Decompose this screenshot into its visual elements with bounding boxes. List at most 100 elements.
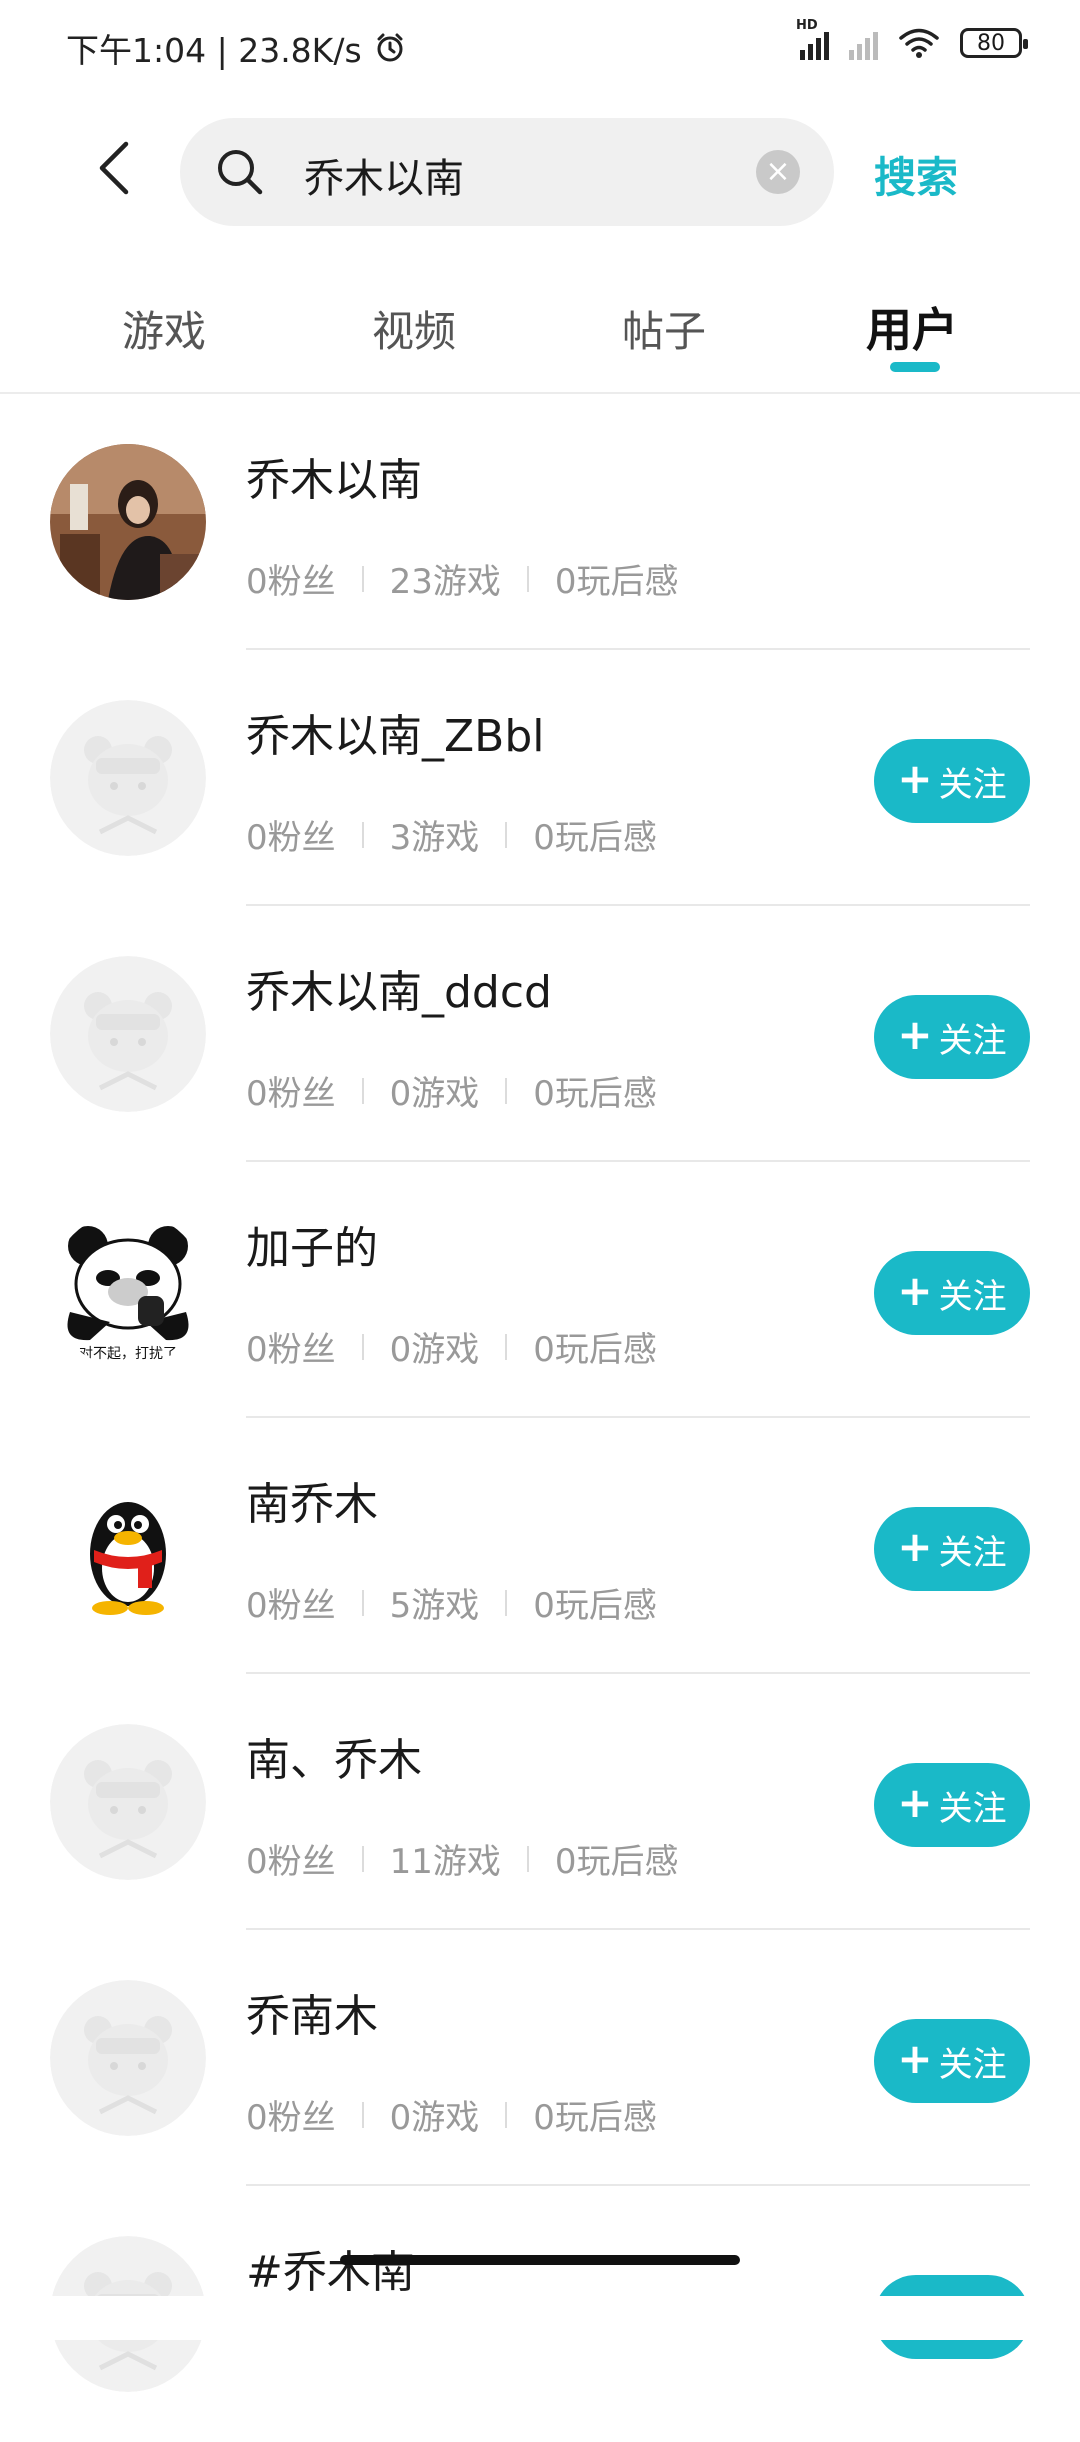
network-badge: HD	[796, 18, 818, 33]
search-button[interactable]: 搜索	[874, 144, 958, 205]
games-count: 3游戏	[389, 818, 480, 858]
clear-icon[interactable]: ×	[756, 150, 800, 194]
penguin-avatar[interactable]	[50, 1468, 206, 1624]
separator	[526, 1845, 529, 1872]
plus-icon: +	[897, 1778, 933, 1827]
games-count: 23游戏	[389, 562, 501, 602]
user-name[interactable]: 加子的	[246, 1212, 378, 1276]
separator	[505, 1589, 508, 1616]
user-row[interactable]: 乔木以南_ZBbl 0粉丝 3游戏 0玩后感 + 关注	[0, 650, 1080, 906]
user-stats: 0粉丝 0游戏 0玩后感	[246, 1322, 657, 1371]
reviews-count: 0玩后感	[554, 1842, 679, 1882]
games-count: 11游戏	[389, 1842, 501, 1882]
user-name[interactable]: #乔木南	[246, 2236, 415, 2300]
default-avatar[interactable]	[50, 1980, 206, 2136]
battery-icon: 80	[960, 28, 1028, 58]
reviews-count: 0玩后感	[533, 1330, 657, 1370]
default-avatar[interactable]	[50, 700, 206, 856]
games-count: 0游戏	[389, 1074, 480, 1114]
tab-bar: 游戏 视频 帖子 用户	[0, 290, 1080, 390]
separator	[526, 565, 529, 592]
separator	[361, 1077, 364, 1104]
svg-text:对不起，打扰了: 对不起，打扰了	[79, 1345, 177, 1362]
fans-count: 0粉丝	[246, 818, 336, 858]
separator	[505, 2101, 508, 2128]
active-tab-indicator	[890, 362, 940, 372]
separator	[361, 1845, 364, 1872]
separator	[361, 1333, 364, 1360]
separator	[361, 2101, 364, 2128]
user-name[interactable]: 乔南木	[246, 1980, 378, 2044]
search-bar[interactable]: 乔木以南 ×	[180, 118, 834, 226]
user-row[interactable]: 乔木以南_ddcd 0粉丝 0游戏 0玩后感 + 关注	[0, 906, 1080, 1162]
fans-count: 0粉丝	[246, 1330, 336, 1370]
battery-level: 80	[977, 30, 1005, 56]
separator	[361, 821, 364, 848]
games-count: 5游戏	[389, 1586, 480, 1626]
separator	[505, 1333, 508, 1360]
user-row[interactable]: 对不起，打扰了 加子的 0粉丝 0游戏 0玩后感 + 关注	[0, 1162, 1080, 1418]
separator	[505, 821, 508, 848]
follow-button[interactable]: +关注	[874, 995, 1030, 1079]
user-name[interactable]: 乔木以南_ddcd	[246, 956, 552, 1020]
signal-icon: HD	[796, 18, 829, 60]
user-row[interactable]: 南、乔木 0粉丝 11游戏 0玩后感 + 关注	[0, 1674, 1080, 1930]
user-row[interactable]: 乔木以南 0粉丝 23游戏 0玩后感	[0, 394, 1080, 650]
separator	[361, 565, 364, 592]
tab-users[interactable]: 用户	[866, 294, 958, 360]
user-name[interactable]: 乔木以南_ZBbl	[246, 700, 544, 764]
status-bar: 下午1:04 | 23.8K/s HD 80	[0, 0, 1080, 90]
search-input[interactable]: 乔木以南	[304, 146, 464, 204]
status-time-speed: 下午1:04 | 23.8K/s	[66, 31, 362, 70]
user-stats: 0粉丝 0游戏 0玩后感	[246, 2090, 657, 2139]
user-name[interactable]: 南乔木	[246, 1468, 378, 1532]
user-stats: 0粉丝 3游戏 0玩后感	[246, 810, 657, 859]
follow-label: 关注	[938, 1276, 1007, 1317]
fans-count: 0粉丝	[246, 1842, 336, 1882]
follow-button[interactable]: +关注	[874, 1763, 1030, 1847]
plus-icon: +	[897, 1266, 933, 1315]
user-name[interactable]: 乔木以南	[246, 444, 422, 508]
follow-button[interactable]: +关注	[874, 1251, 1030, 1335]
follow-button[interactable]: +关注	[874, 739, 1030, 823]
panda-meme-avatar[interactable]: 对不起，打扰了	[50, 1212, 206, 1368]
fans-count: 0粉丝	[246, 1586, 336, 1626]
user-name[interactable]: 南、乔木	[246, 1724, 422, 1788]
photo-avatar[interactable]	[50, 444, 206, 600]
user-stats: 0粉丝 5游戏 0玩后感	[246, 1578, 657, 1627]
home-indicator	[340, 2255, 740, 2265]
tab-games[interactable]: 游戏	[122, 298, 206, 359]
reviews-count: 0玩后感	[533, 1074, 657, 1114]
follow-button[interactable]: +关注	[874, 1507, 1030, 1591]
fans-count: 0粉丝	[246, 2098, 336, 2138]
tab-videos[interactable]: 视频	[372, 298, 456, 359]
user-list: 乔木以南 0粉丝 23游戏 0玩后感 乔木以南_ZBbl 0粉丝 3游戏 0玩后…	[0, 394, 1080, 2442]
plus-icon: +	[897, 2034, 933, 2083]
fans-count: 0粉丝	[246, 562, 336, 602]
follow-label: 关注	[938, 1020, 1007, 1061]
user-stats: 0粉丝 23游戏 0玩后感	[246, 554, 679, 603]
back-arrow-icon[interactable]	[92, 140, 140, 196]
default-avatar[interactable]	[50, 956, 206, 1112]
plus-icon: +	[897, 1522, 933, 1571]
follow-button[interactable]: +关注	[874, 2019, 1030, 2103]
plus-icon: +	[897, 1010, 933, 1059]
games-count: 0游戏	[389, 1330, 480, 1370]
reviews-count: 0玩后感	[533, 2098, 657, 2138]
follow-label: 关注	[938, 764, 1007, 805]
user-stats: 0粉丝 0游戏 0玩后感	[246, 1066, 657, 1115]
user-row[interactable]: 南乔木 0粉丝 5游戏 0玩后感 + 关注	[0, 1418, 1080, 1674]
wifi-icon	[899, 28, 939, 58]
tab-posts[interactable]: 帖子	[622, 298, 706, 359]
signal-2-icon	[849, 26, 878, 60]
user-stats: 0粉丝 11游戏 0玩后感	[246, 1834, 679, 1883]
follow-label: 关注	[938, 2044, 1007, 2085]
games-count: 0游戏	[389, 2098, 480, 2138]
separator	[505, 1077, 508, 1104]
reviews-count: 0玩后感	[554, 562, 679, 602]
fans-count: 0粉丝	[246, 1074, 336, 1114]
follow-label: 关注	[938, 1788, 1007, 1829]
user-row[interactable]: 乔南木 0粉丝 0游戏 0玩后感 + 关注	[0, 1930, 1080, 2186]
default-avatar[interactable]	[50, 1724, 206, 1880]
separator	[361, 1589, 364, 1616]
